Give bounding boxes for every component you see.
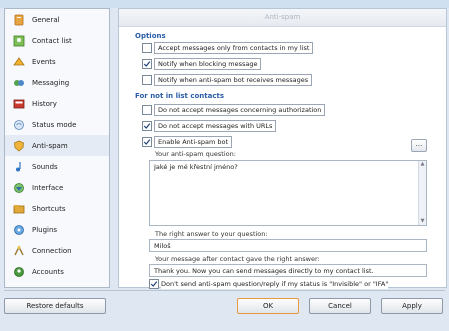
enable-antispam-bot-checkbox[interactable]: Enable Anti-spam bot	[142, 136, 233, 148]
status-mode-icon	[13, 119, 25, 131]
sidebar-item-messaging[interactable]: Messaging	[5, 72, 109, 93]
ok-button[interactable]: OK	[237, 298, 299, 314]
sidebar-item-label: Interface	[32, 183, 64, 192]
apply-button[interactable]: Apply	[381, 298, 443, 314]
checkbox-box[interactable]	[149, 279, 159, 289]
plugins-icon	[13, 224, 25, 236]
cancel-button[interactable]: Cancel	[309, 298, 371, 314]
answer-label: The right answer to your question:	[155, 230, 268, 238]
sidebar-item-sounds[interactable]: Sounds	[5, 156, 109, 177]
bottom-separator	[4, 290, 445, 291]
sidebar-item-general[interactable]: General	[5, 9, 109, 30]
sidebar-item-interface[interactable]: Interface	[5, 177, 109, 198]
ellipsis-button[interactable]: ...	[411, 139, 427, 152]
question-textarea[interactable]: Jaké je mé křestní jméno? ▲ ▼	[149, 160, 427, 226]
settings-sidebar: General Contact list Events Messaging Histor…	[4, 8, 110, 288]
options-section-title: Options	[135, 32, 166, 40]
panel-title: Anti-spam	[119, 9, 446, 27]
checkbox-box[interactable]	[142, 121, 152, 131]
sidebar-item-label: Events	[32, 57, 56, 66]
sidebar-item-label: Shortcuts	[32, 204, 66, 213]
question-label: Your anti-spam question:	[155, 150, 236, 158]
checkbox-box[interactable]	[142, 43, 152, 53]
accounts-icon	[13, 266, 25, 278]
shortcuts-icon	[13, 203, 25, 215]
after-answer-label: Your message after contact gave the righ…	[155, 255, 320, 263]
sidebar-item-anti-spam[interactable]: Anti-spam	[5, 135, 109, 156]
sidebar-item-status-mode[interactable]: Status mode	[5, 114, 109, 135]
scroll-down-icon[interactable]: ▼	[419, 218, 426, 225]
sidebar-item-label: Connection	[32, 246, 72, 255]
question-text: Jaké je mé křestní jméno?	[154, 163, 238, 171]
sidebar-item-label: Status mode	[32, 120, 77, 129]
sidebar-item-label: Anti-spam	[32, 141, 68, 150]
not-in-list-section-title: For not in list contacts	[135, 92, 225, 100]
sidebar-item-connection[interactable]: Connection	[5, 240, 109, 261]
accept-only-contacts-checkbox[interactable]: Accept messages only from contacts in my…	[142, 42, 314, 54]
sidebar-item-events[interactable]: Events	[5, 51, 109, 72]
notify-bot-receives-checkbox[interactable]: Notify when anti-spam bot receives messa…	[142, 74, 313, 86]
window-top-strip	[0, 0, 449, 8]
checkbox-box[interactable]	[142, 59, 152, 69]
sidebar-item-accounts[interactable]: Accounts	[5, 261, 109, 282]
sidebar-item-label: Plugins	[32, 225, 58, 234]
anti-spam-icon	[13, 140, 25, 152]
events-icon	[13, 56, 25, 68]
sidebar-item-contact-list[interactable]: Contact list	[5, 30, 109, 51]
connection-icon	[13, 244, 25, 257]
messaging-icon	[13, 77, 25, 89]
after-answer-input[interactable]: Thank you. Now you can send messages dir…	[149, 264, 427, 277]
history-icon	[13, 98, 25, 110]
sidebar-item-shortcuts[interactable]: Shortcuts	[5, 198, 109, 219]
answer-input[interactable]: Miloš	[149, 239, 427, 252]
sidebar-item-label: Contact list	[32, 36, 72, 45]
general-icon	[13, 14, 25, 26]
sidebar-item-label: Sounds	[32, 162, 58, 171]
sounds-icon	[13, 161, 25, 173]
sidebar-item-plugins[interactable]: Plugins	[5, 219, 109, 240]
sidebar-item-label: History	[32, 99, 57, 108]
question-scrollbar[interactable]: ▲ ▼	[418, 161, 426, 225]
checkbox-box[interactable]	[142, 75, 152, 85]
sidebar-item-label: General	[32, 15, 60, 24]
interface-icon	[13, 182, 25, 194]
no-url-messages-checkbox[interactable]: Do not accept messages with URLs	[142, 120, 277, 132]
notify-blocking-checkbox[interactable]: Notify when blocking message	[142, 58, 262, 70]
scroll-up-icon[interactable]: ▲	[419, 161, 426, 168]
restore-defaults-button[interactable]: Restore defaults	[4, 298, 106, 314]
contact-list-icon	[13, 35, 25, 47]
sidebar-item-label: Accounts	[32, 267, 64, 276]
dont-send-invisible-checkbox[interactable]: Don't send anti-spam question/reply if m…	[149, 279, 389, 289]
anti-spam-panel: Anti-spam Options Accept messages only f…	[118, 8, 447, 289]
sidebar-item-history[interactable]: History	[5, 93, 109, 114]
no-authorization-messages-checkbox[interactable]: Do not accept messages concerning author…	[142, 104, 326, 116]
checkbox-box[interactable]	[142, 137, 152, 147]
checkbox-box[interactable]	[142, 105, 152, 115]
sidebar-item-label: Messaging	[32, 78, 70, 87]
